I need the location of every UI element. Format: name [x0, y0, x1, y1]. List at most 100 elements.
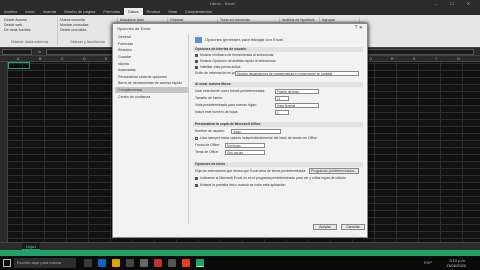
options-nav-item[interactable]: Guardar — [115, 54, 188, 61]
bg-select[interactable]: Sin fondo — [225, 143, 265, 148]
file-explorer-icon[interactable] — [112, 259, 120, 267]
column-header[interactable]: Q — [369, 57, 372, 61]
checkbox[interactable] — [195, 176, 198, 180]
window-controls[interactable]: – ☐ ✕ — [435, 1, 476, 6]
ribbon-command[interactable]: Nueva consulta — [60, 18, 115, 22]
always-use-option[interactable]: Usar siempre estos valores independiente… — [195, 136, 363, 141]
options-nav-item[interactable]: Fórmulas — [115, 41, 188, 48]
clock-date: 13/06/2020 — [445, 263, 466, 268]
font-select[interactable]: Fuente de texto — [275, 89, 319, 94]
sheets-stepper[interactable]: 1 — [275, 110, 289, 115]
options-nav-item[interactable]: Personalizar cinta de opciones — [115, 74, 188, 81]
ribbon-tab[interactable]: Diseño de página — [60, 8, 99, 15]
ribbon-command[interactable]: Texto en columnas — [220, 18, 277, 22]
checkbox[interactable] — [195, 53, 198, 57]
ribbon-command[interactable]: Actualizar todo — [120, 18, 165, 22]
options-nav-item[interactable]: Centro de confianza — [115, 93, 188, 100]
excel-icon[interactable] — [196, 259, 204, 267]
mail-icon[interactable] — [140, 259, 148, 267]
options-nav-item[interactable]: Complementos — [115, 86, 188, 94]
startup-option-default[interactable]: Indicarme si Microsoft Excel no es el pr… — [195, 176, 363, 181]
default-programs-button[interactable]: Programas predeterminados... — [309, 168, 359, 174]
theme-label: Tema de Office: — [195, 150, 219, 154]
section-startup: Opciones de inicio — [193, 162, 363, 167]
row-headers — [0, 62, 8, 242]
ribbon-command[interactable]: Ordenar — [170, 18, 215, 22]
ribbon-tabs: Archivo Inicio Insertar Diseño de página Fór… — [0, 8, 480, 15]
ribbon-command[interactable]: De otras fuentes — [4, 28, 55, 32]
clock[interactable]: 3:10 p.m. 13/06/2020 — [446, 258, 466, 268]
section-ui: Opciones de interfaz de usuario — [193, 47, 363, 52]
ribbon-group-caption: Obtener y transformar — [69, 40, 106, 44]
options-nav-item[interactable]: Barra de herramientas de acceso rápido — [115, 80, 188, 87]
powerpoint-icon[interactable] — [182, 259, 190, 267]
view-select[interactable]: Vista Normal — [275, 103, 319, 108]
ribbon-tab[interactable]: Inicio — [21, 8, 38, 15]
ribbon-command[interactable]: Desde Access — [4, 18, 55, 22]
ui-option-2[interactable]: Mostrar Opciones de análisis rápido al s… — [195, 59, 363, 64]
tooltip-label: Estilo de información en pantalla: — [195, 71, 245, 75]
checkbox[interactable] — [195, 65, 198, 69]
store-icon[interactable] — [126, 259, 134, 267]
checkbox[interactable] — [195, 183, 198, 187]
task-view-icon[interactable] — [84, 259, 92, 267]
ribbon-command[interactable]: Análisis de hipótesis — [282, 18, 317, 22]
column-header[interactable]: S — [413, 57, 415, 61]
checkbox[interactable] — [195, 136, 198, 140]
name-box[interactable] — [2, 49, 32, 55]
sheet-tab[interactable]: Hoja1 — [22, 243, 40, 250]
column-header[interactable]: E — [105, 57, 107, 61]
ribbon-tab[interactable]: Fórmulas — [99, 8, 124, 15]
ok-button[interactable]: Aceptar — [313, 224, 337, 230]
options-nav-item[interactable]: General — [115, 34, 188, 41]
fx-icon[interactable]: fx — [38, 49, 41, 54]
column-header[interactable]: C — [61, 57, 64, 61]
panel-intro: Opciones generales para trabajar con Exc… — [195, 37, 284, 43]
options-nav-item[interactable]: Idioma — [115, 60, 188, 67]
column-header[interactable]: U — [457, 57, 460, 61]
language-indicator[interactable]: ESP — [424, 260, 432, 265]
ribbon-tab[interactable]: Insertar — [39, 8, 61, 15]
ribbon-tab[interactable]: Archivo — [0, 8, 21, 15]
ribbon-tab[interactable]: Revisar — [143, 8, 165, 15]
windows-start-icon[interactable] — [3, 259, 11, 267]
chrome-icon[interactable] — [154, 259, 162, 267]
column-header[interactable]: A — [17, 57, 19, 61]
theme-select[interactable]: Gris oscuro — [225, 150, 265, 155]
options-nav: General Fórmulas Revisión Guardar Idioma Avan… — [115, 34, 189, 224]
options-nav-item[interactable]: Revisión — [115, 47, 188, 54]
options-panel: Opciones generales para trabajar con Exc… — [191, 34, 365, 222]
ribbon-command[interactable]: Agrupar — [322, 18, 357, 22]
column-header[interactable]: B — [39, 57, 41, 61]
column-header[interactable]: R — [391, 57, 394, 61]
edge-icon[interactable] — [98, 259, 106, 267]
sheet-bar: Hoja1 — [0, 242, 480, 250]
ribbon-command[interactable]: Desde una tabla — [60, 28, 115, 32]
ribbon-command[interactable]: Desde web — [4, 23, 55, 27]
options-nav-item[interactable]: Avanzadas — [115, 67, 188, 74]
tooltip-select[interactable]: Mostrar descripciones de características… — [235, 71, 359, 76]
column-header[interactable]: T — [435, 57, 437, 61]
section-personalize: Personalizar la copia de Microsoft Offic… — [193, 122, 363, 127]
dialog-close-button[interactable]: ? ✕ — [355, 25, 363, 31]
ribbon-group-caption: Obtener datos externos — [10, 40, 49, 44]
ui-option-1[interactable]: Mostrar minibarra de herramientas al sel… — [195, 53, 363, 58]
user-input[interactable]: Jorge — [231, 129, 281, 134]
app-icon[interactable] — [168, 259, 176, 267]
cancel-button[interactable]: Cancelar — [341, 224, 365, 230]
ribbon-tab[interactable]: Complementos — [181, 8, 216, 15]
dialog-title: Opciones de Excel — [117, 26, 151, 31]
ribbon-group: Desde Access Desde web De otras fuentes Obt… — [2, 17, 58, 45]
bg-label: Fondo de Office: — [195, 143, 221, 147]
title-bar: Libro1 - Excel – ☐ ✕ — [0, 0, 480, 8]
ui-option-3[interactable]: Habilitar vista previa activa — [195, 65, 363, 70]
taskbar-search[interactable]: Escribe aquí para buscar — [14, 258, 76, 268]
column-header[interactable]: D — [83, 57, 86, 61]
startup-option-start-screen[interactable]: Mostrar la pantalla Inicio cuando se ini… — [195, 183, 363, 188]
size-select[interactable]: 11 — [275, 96, 289, 101]
ribbon-tab[interactable]: Vista — [164, 8, 181, 15]
checkbox[interactable] — [195, 59, 198, 63]
ribbon-command[interactable]: Mostrar consultas — [60, 23, 115, 27]
selected-cell[interactable] — [8, 62, 30, 69]
ribbon-tab[interactable]: Datos — [124, 8, 143, 15]
